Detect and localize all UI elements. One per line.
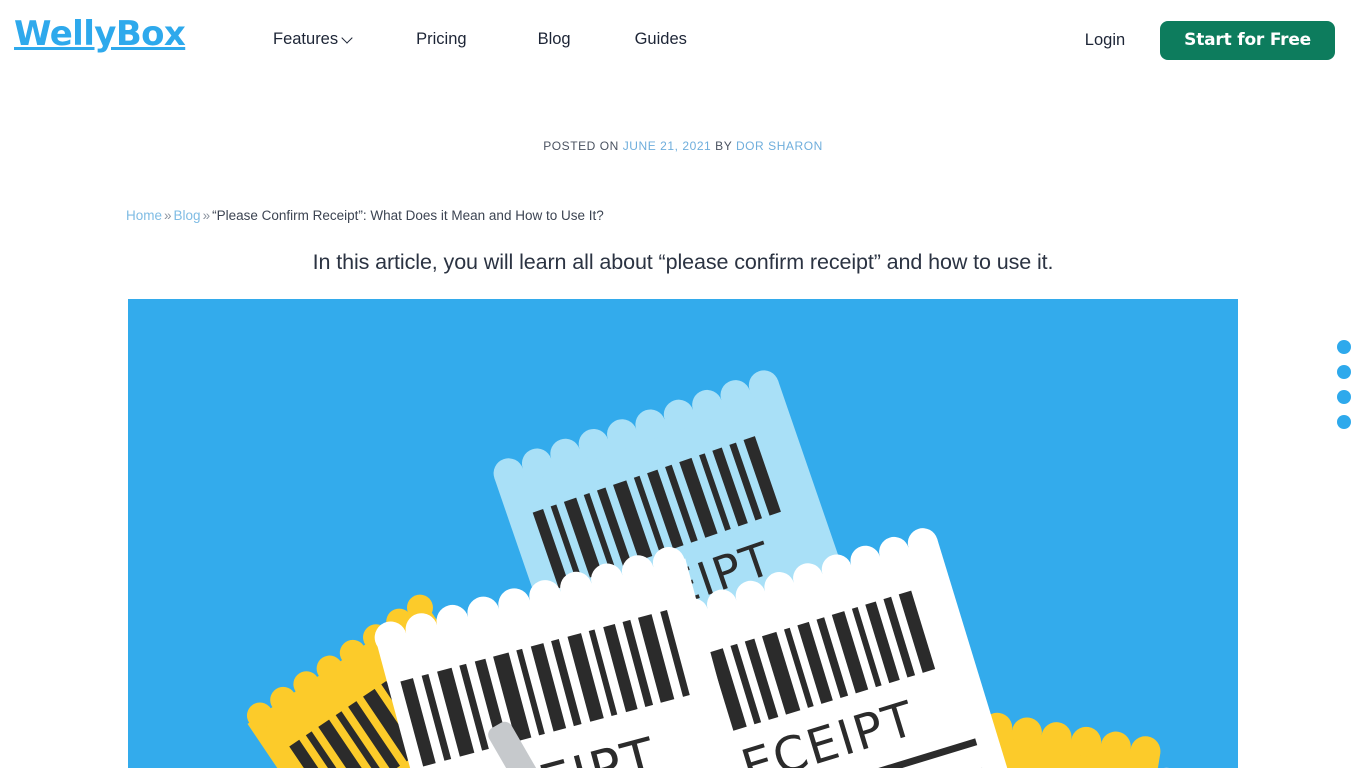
breadcrumb-item-blog[interactable]: Blog — [174, 208, 201, 223]
nav-item-guides[interactable]: Guides — [635, 30, 687, 49]
logo[interactable]: WellyBox — [14, 17, 186, 51]
nav-item-features[interactable]: Features — [273, 30, 352, 49]
breadcrumb-separator: » — [202, 208, 211, 223]
breadcrumb: Home» Blog» “Please Confirm Receipt”: What… — [126, 208, 604, 223]
breadcrumb-separator: » — [164, 208, 172, 223]
chevron-down-icon — [343, 34, 352, 43]
post-author-link[interactable]: DOR SHARON — [736, 139, 823, 153]
login-link[interactable]: Login — [1085, 31, 1125, 50]
post-meta-prefix: POSTED ON — [543, 139, 619, 153]
side-dot-4[interactable] — [1337, 415, 1351, 429]
site-header: WellyBox Features Pricing Blog Guides Lo… — [0, 0, 1366, 82]
nav-item-label: Features — [273, 30, 339, 48]
nav-item-blog[interactable]: Blog — [538, 30, 571, 49]
post-date-link[interactable]: JUNE 21, 2021 — [623, 139, 712, 153]
main-navigation: Features Pricing Blog Guides — [273, 30, 687, 49]
side-dot-navigation — [1337, 340, 1351, 429]
post-meta-by: BY — [715, 139, 733, 153]
breadcrumb-item-current: “Please Confirm Receipt”: What Does it M… — [212, 208, 604, 223]
side-dot-1[interactable] — [1337, 340, 1351, 354]
start-for-free-button[interactable]: Start for Free — [1160, 21, 1335, 60]
article-headline: In this article, you will learn all abou… — [312, 250, 1054, 274]
hero-illustration: RECEIPT — [128, 299, 1238, 768]
post-meta: POSTED ON JUNE 21, 2021 BY DOR SHARON — [0, 139, 1366, 153]
header-actions: Login Start for Free — [1085, 21, 1335, 60]
hero-image: RECEIPT — [128, 299, 1238, 768]
breadcrumb-item-home[interactable]: Home — [126, 208, 162, 223]
side-dot-3[interactable] — [1337, 390, 1351, 404]
nav-item-pricing[interactable]: Pricing — [416, 30, 466, 49]
side-dot-2[interactable] — [1337, 365, 1351, 379]
